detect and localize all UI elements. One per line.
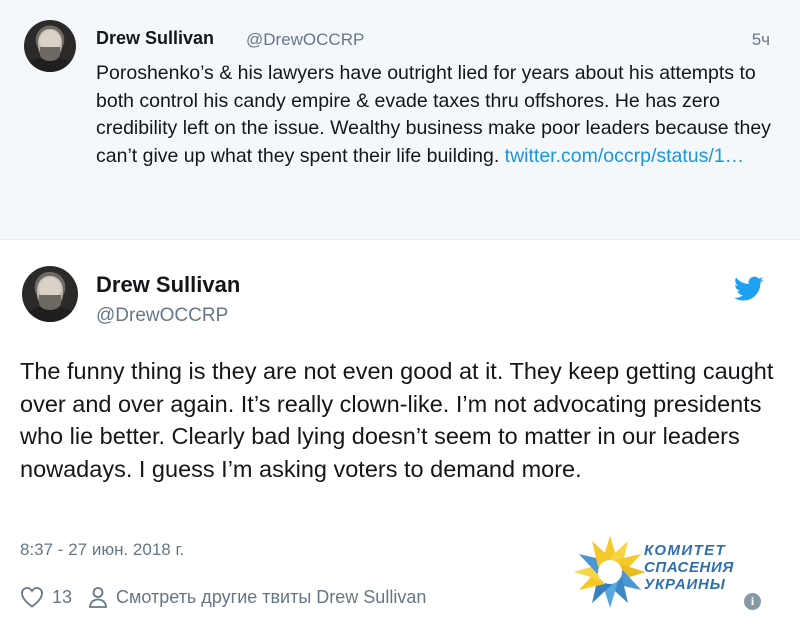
heart-icon[interactable] [20,586,44,608]
tweet-text: The funny thing is they are not even goo… [20,358,774,482]
parent-avatar[interactable] [24,20,76,72]
watermark-line-3: УКРАИНЫ [644,576,726,593]
parent-author-handle[interactable]: @DrewOCCRP [246,30,364,50]
more-tweets-link[interactable]: Смотреть другие твиты Drew Sullivan [116,587,426,608]
author-handle[interactable]: @DrewOCCRP [96,305,228,327]
parent-tweet[interactable]: Drew Sullivan @DrewOCCRP 5ч Poroshenko’s… [0,0,800,240]
tweet-actions: 13 Смотреть другие твиты Drew Sullivan [20,584,426,610]
parent-tweet-link[interactable]: twitter.com/occrp/status/1… [505,145,745,167]
watermark: КОМИТЕТ СПАСЕНИЯ УКРАИНЫ [568,524,768,614]
parent-tweet-time[interactable]: 5ч [752,30,770,50]
author-avatar[interactable] [22,266,78,322]
parent-author-name[interactable]: Drew Sullivan [96,28,214,49]
info-icon[interactable]: i [744,593,761,610]
like-count[interactable]: 13 [52,587,72,608]
tweet-timestamp[interactable]: 8:37 - 27 июн. 2018 г. [20,540,184,560]
parent-tweet-text: Poroshenko’s & his lawyers have outright… [96,60,776,170]
author-name[interactable]: Drew Sullivan [96,272,240,298]
person-icon [89,587,107,608]
twitter-bird-icon[interactable] [734,276,764,302]
watermark-logo-icon [574,536,646,608]
watermark-line-1: КОМИТЕТ [644,542,727,559]
watermark-line-2: СПАСЕНИЯ [644,559,734,576]
